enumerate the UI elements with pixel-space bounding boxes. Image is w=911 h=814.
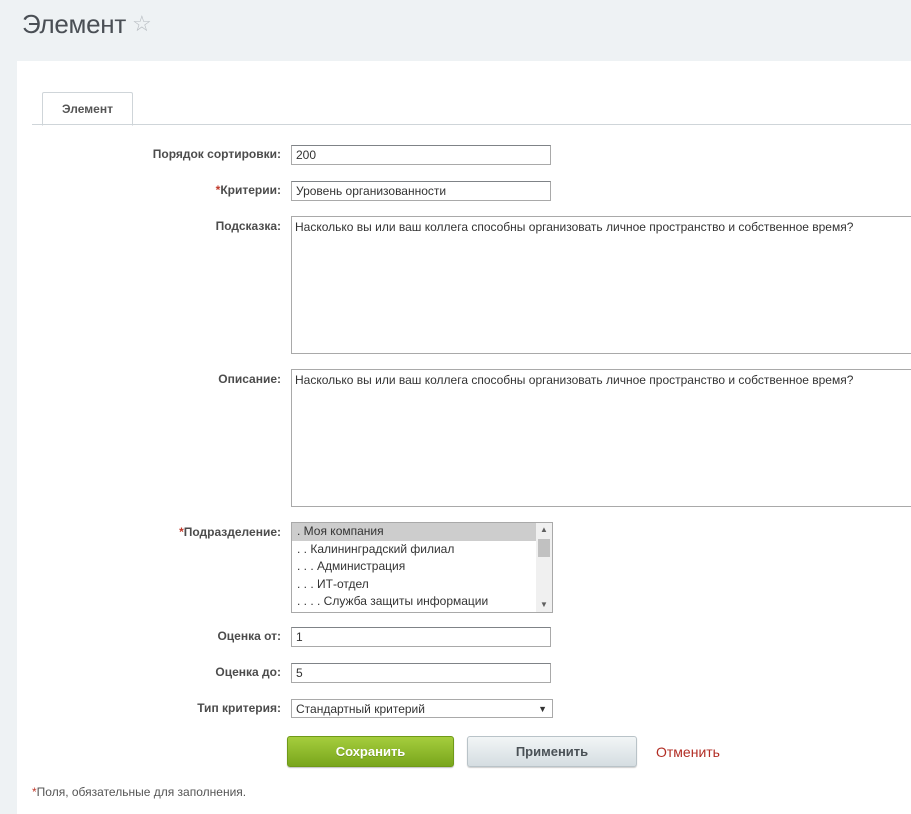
star-icon[interactable]: ☆ bbox=[132, 11, 152, 37]
criteria-input[interactable] bbox=[291, 181, 551, 201]
tab-divider bbox=[32, 124, 911, 125]
score-to-input[interactable] bbox=[291, 663, 551, 683]
required-fields-text: Поля, обязательные для заполнения. bbox=[36, 785, 247, 799]
criteria-type-value: Стандартный критерий bbox=[296, 702, 425, 716]
page-title: Элемент bbox=[22, 8, 126, 39]
score-from-label: Оценка от: bbox=[217, 629, 281, 643]
cancel-link[interactable]: Отменить bbox=[656, 744, 720, 760]
criteria-label: Критерии: bbox=[220, 183, 281, 197]
required-fields-note: *Поля, обязательные для заполнения. bbox=[32, 785, 246, 799]
hint-textarea[interactable]: Насколько вы или ваш коллега способны ор… bbox=[291, 216, 911, 354]
hint-label: Подсказка: bbox=[215, 219, 281, 233]
department-option[interactable]: . . Калининградский филиал bbox=[292, 541, 552, 559]
department-option[interactable]: . . . ИТ-отдел bbox=[292, 576, 552, 594]
scroll-up-icon[interactable]: ▲ bbox=[536, 523, 552, 537]
sort-input[interactable] bbox=[291, 145, 551, 165]
department-label: Подразделение: bbox=[183, 525, 281, 539]
listbox-scrollbar[interactable]: ▲ ▼ bbox=[536, 523, 552, 612]
department-option[interactable]: . . . Администрация bbox=[292, 558, 552, 576]
department-listbox[interactable]: . Моя компания . . Калининградский филиа… bbox=[291, 522, 553, 613]
criteria-type-label: Тип критерия: bbox=[197, 701, 281, 715]
apply-button[interactable]: Применить bbox=[467, 736, 637, 767]
sort-label: Порядок сортировки: bbox=[152, 147, 281, 161]
department-option[interactable]: . Моя компания bbox=[292, 523, 552, 541]
page-header: Элемент ☆ bbox=[22, 6, 152, 42]
tab-element[interactable]: Элемент bbox=[42, 92, 133, 126]
score-to-label: Оценка до: bbox=[215, 665, 281, 679]
chevron-down-icon: ▼ bbox=[538, 704, 547, 714]
score-from-input[interactable] bbox=[291, 627, 551, 647]
scroll-down-icon[interactable]: ▼ bbox=[536, 598, 552, 612]
criteria-type-select[interactable]: Стандартный критерий ▼ bbox=[291, 699, 553, 718]
criteria-label-wrap: *Критерии: bbox=[216, 183, 281, 197]
department-label-wrap: *Подразделение: bbox=[179, 525, 281, 539]
form-card: Элемент Порядок сортировки: *Критерии: П… bbox=[17, 61, 911, 814]
description-textarea[interactable]: Насколько вы или ваш коллега способны ор… bbox=[291, 369, 911, 507]
save-button[interactable]: Сохранить bbox=[287, 736, 454, 767]
scroll-thumb[interactable] bbox=[538, 539, 550, 557]
department-option[interactable]: . . . . Служба защиты информации bbox=[292, 593, 552, 611]
description-label: Описание: bbox=[218, 372, 281, 386]
